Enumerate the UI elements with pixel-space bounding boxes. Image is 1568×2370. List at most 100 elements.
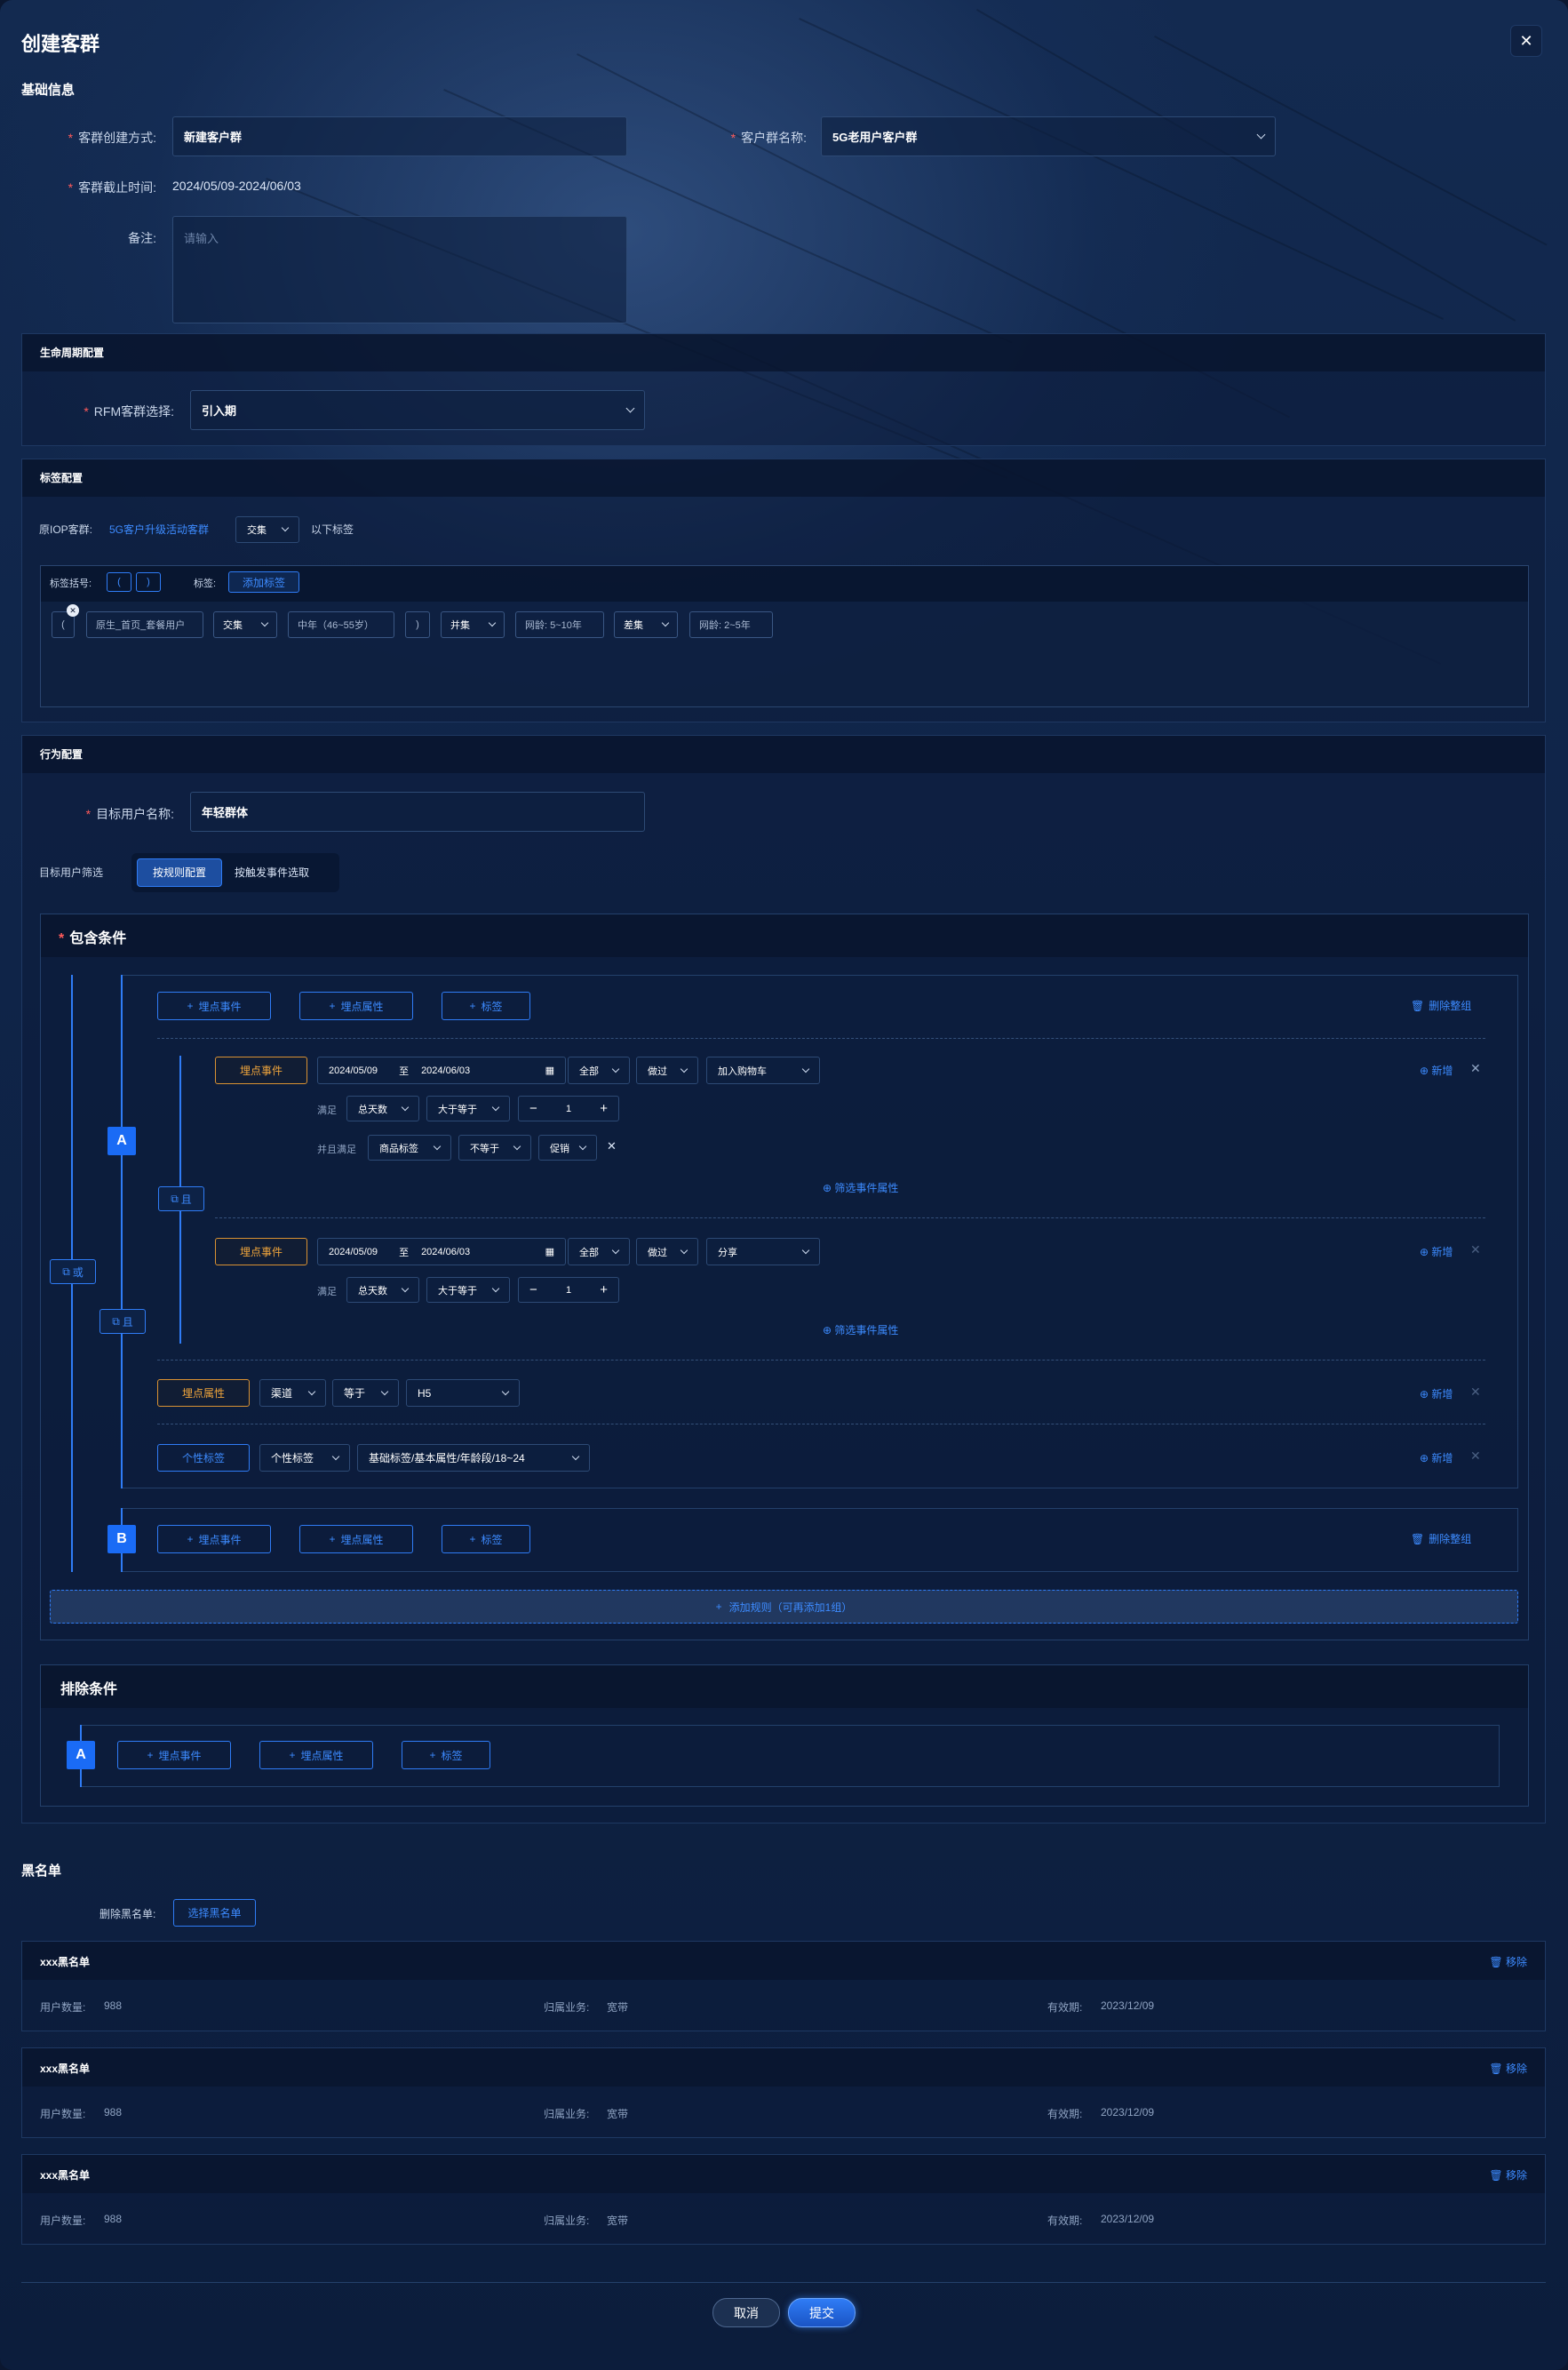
rule1-scope[interactable]: 全部 xyxy=(568,1057,630,1084)
rule1-filter-attr[interactable]: ⊕ 筛选事件属性 xyxy=(823,1180,898,1195)
rule1-attr[interactable]: 商品标签 xyxy=(368,1135,451,1161)
rule3-value[interactable]: H5 xyxy=(406,1379,520,1407)
trash-icon: 🗑 xyxy=(1411,1000,1425,1012)
expr-tag-2[interactable]: 中年（46~55岁） xyxy=(288,611,394,638)
exclude-add-attr[interactable]: + 埋点属性 xyxy=(259,1741,373,1769)
close-bracket-button[interactable]: ) xyxy=(136,572,161,592)
remove-bracket-icon[interactable]: ✕ xyxy=(67,604,79,617)
minus-icon[interactable]: − xyxy=(529,1101,537,1116)
rule2-qty-stepper[interactable]: −1 + xyxy=(518,1277,619,1303)
target-field[interactable]: 年轻群体 xyxy=(190,792,645,832)
expr-tag-4[interactable]: 网龄: 2~5年 xyxy=(689,611,773,638)
rule1-event[interactable]: 加入购物车 xyxy=(706,1057,820,1084)
rule3-field[interactable]: 渠道 xyxy=(259,1379,326,1407)
rule1-date-range[interactable]: 2024/05/09 至 2024/06/03 ▦ xyxy=(317,1057,566,1084)
name-label: * 客户群名称: xyxy=(730,131,807,145)
plus-icon: + xyxy=(429,1749,436,1761)
rule1-metric[interactable]: 总天数 xyxy=(346,1096,419,1121)
delete-group-b[interactable]: 🗑 删除整组 xyxy=(1411,1531,1471,1546)
expr-tag-3[interactable]: 网龄: 5~10年 xyxy=(515,611,604,638)
rule2-did[interactable]: 做过 xyxy=(636,1238,698,1265)
blacklist-remove[interactable]: 🗑 移除 xyxy=(1489,1954,1527,1969)
chevron-down-icon xyxy=(801,1065,810,1073)
blacklist-remove[interactable]: 🗑 移除 xyxy=(1489,2061,1527,2076)
rule4-type[interactable]: 个性标签 xyxy=(157,1444,250,1472)
filter-event-option[interactable]: 按触发事件选取 xyxy=(235,865,309,880)
remark-textarea[interactable]: 请输入 xyxy=(172,216,627,323)
plus-icon[interactable]: + xyxy=(600,1101,608,1116)
origin-link[interactable]: 5G客户升级活动客群 xyxy=(109,522,209,537)
chevron-down-icon xyxy=(680,1065,688,1073)
expr-close-bracket[interactable]: ) xyxy=(405,611,430,638)
group-b-add-tag[interactable]: + 标签 xyxy=(442,1525,530,1553)
rule3-type[interactable]: 埋点属性 xyxy=(157,1379,250,1407)
plus-icon: + xyxy=(187,1000,194,1012)
plus-icon[interactable]: + xyxy=(600,1282,608,1297)
delete-group-a[interactable]: 🗑 删除整组 xyxy=(1411,998,1471,1013)
minus-icon[interactable]: − xyxy=(529,1282,537,1297)
rule1-add[interactable]: ⊕ 新增 xyxy=(1420,1063,1453,1078)
exclude-add-event[interactable]: + 埋点事件 xyxy=(117,1741,231,1769)
rule3-add[interactable]: ⊕ 新增 xyxy=(1420,1386,1453,1401)
origin-op-select[interactable]: 交集 xyxy=(235,516,299,543)
rule1-attr-cmp[interactable]: 不等于 xyxy=(458,1135,531,1161)
or-toggle[interactable]: ⧉ 或 xyxy=(50,1259,96,1284)
select-blacklist-button[interactable]: 选择黑名单 xyxy=(173,1899,256,1927)
submit-button[interactable]: 提交 xyxy=(788,2298,856,2327)
rule4-add[interactable]: ⊕ 新增 xyxy=(1420,1450,1453,1465)
rule3-cmp[interactable]: 等于 xyxy=(332,1379,399,1407)
add-event-button[interactable]: + 埋点事件 xyxy=(157,992,271,1020)
rule2-filter-attr[interactable]: ⊕ 筛选事件属性 xyxy=(823,1322,898,1337)
plus-circle-icon: ⊕ xyxy=(1420,1065,1429,1077)
chevron-down-icon xyxy=(281,523,290,532)
close-button[interactable]: ✕ xyxy=(1510,25,1542,57)
rule2-event[interactable]: 分享 xyxy=(706,1238,820,1265)
rfm-select[interactable]: 引入期 xyxy=(190,390,645,430)
group-a-and-toggle[interactable]: ⧉ 且 xyxy=(99,1309,146,1334)
rule1-delete-icon[interactable]: ✕ xyxy=(1470,1061,1481,1076)
method-field[interactable]: 新建客户群 xyxy=(172,116,627,156)
rule2-delete-icon[interactable]: ✕ xyxy=(1470,1242,1481,1257)
rule1-cmp[interactable]: 大于等于 xyxy=(426,1096,510,1121)
add-tag-rule-button[interactable]: + 标签 xyxy=(442,992,530,1020)
expr-op-3[interactable]: 差集 xyxy=(614,611,678,638)
rule4-value[interactable]: 基础标签/基本属性/年龄段/18~24 xyxy=(357,1444,590,1472)
rule2-cmp[interactable]: 大于等于 xyxy=(426,1277,510,1303)
rule2-metric[interactable]: 总天数 xyxy=(346,1277,419,1303)
cancel-button[interactable]: 取消 xyxy=(712,2298,780,2327)
add-attr-button[interactable]: + 埋点属性 xyxy=(299,992,413,1020)
rule1-attr-val[interactable]: 促销 xyxy=(538,1135,597,1161)
open-bracket-button[interactable]: ( xyxy=(107,572,131,592)
expr-op-2[interactable]: 并集 xyxy=(441,611,505,638)
rule4-delete-icon[interactable]: ✕ xyxy=(1470,1448,1481,1464)
exclude-add-tag[interactable]: + 标签 xyxy=(402,1741,490,1769)
include-title: * 包含条件 xyxy=(59,931,127,946)
blacklist-remove[interactable]: 🗑 移除 xyxy=(1489,2167,1527,2182)
rule1-qty-stepper[interactable]: −1 + xyxy=(518,1096,619,1121)
plus-circle-icon: ⊕ xyxy=(1420,1452,1429,1464)
rule2-type[interactable]: 埋点事件 xyxy=(215,1238,307,1265)
rule2-add[interactable]: ⊕ 新增 xyxy=(1420,1244,1453,1259)
rule1-attr-remove-icon[interactable]: ✕ xyxy=(607,1139,617,1153)
rule2-scope[interactable]: 全部 xyxy=(568,1238,630,1265)
group-b-add-attr[interactable]: + 埋点属性 xyxy=(299,1525,413,1553)
rule1-type[interactable]: 埋点事件 xyxy=(215,1057,307,1084)
expr-op-1[interactable]: 交集 xyxy=(213,611,277,638)
rule2-date-range[interactable]: 2024/05/09 至 2024/06/03 ▦ xyxy=(317,1238,566,1265)
blacklist-valid-label: 有效期: xyxy=(1047,2108,1083,2120)
blacklist-count: 988 xyxy=(104,1999,123,2012)
rule3-delete-icon[interactable]: ✕ xyxy=(1470,1384,1481,1400)
filter-rule-option[interactable]: 按规则配置 xyxy=(137,858,222,887)
add-tag-button[interactable]: 添加标签 xyxy=(228,571,299,593)
name-select[interactable]: 5G老用户客户群 xyxy=(821,116,1276,156)
add-rule-button[interactable]: + 添加规则（可再添加1组） xyxy=(50,1590,1518,1624)
expr-tag-1[interactable]: 原生_首页_套餐用户 xyxy=(86,611,203,638)
rule1-did[interactable]: 做过 xyxy=(636,1057,698,1084)
event-and-toggle[interactable]: ⧉ 且 xyxy=(158,1186,204,1211)
group-b-add-event[interactable]: + 埋点事件 xyxy=(157,1525,271,1553)
rule4-field[interactable]: 个性标签 xyxy=(259,1444,350,1472)
plus-icon: + xyxy=(187,1533,194,1545)
copy-icon: ⧉ xyxy=(171,1192,179,1205)
trash-icon: 🗑 xyxy=(1489,2063,1503,2075)
chevron-down-icon xyxy=(491,1103,500,1111)
